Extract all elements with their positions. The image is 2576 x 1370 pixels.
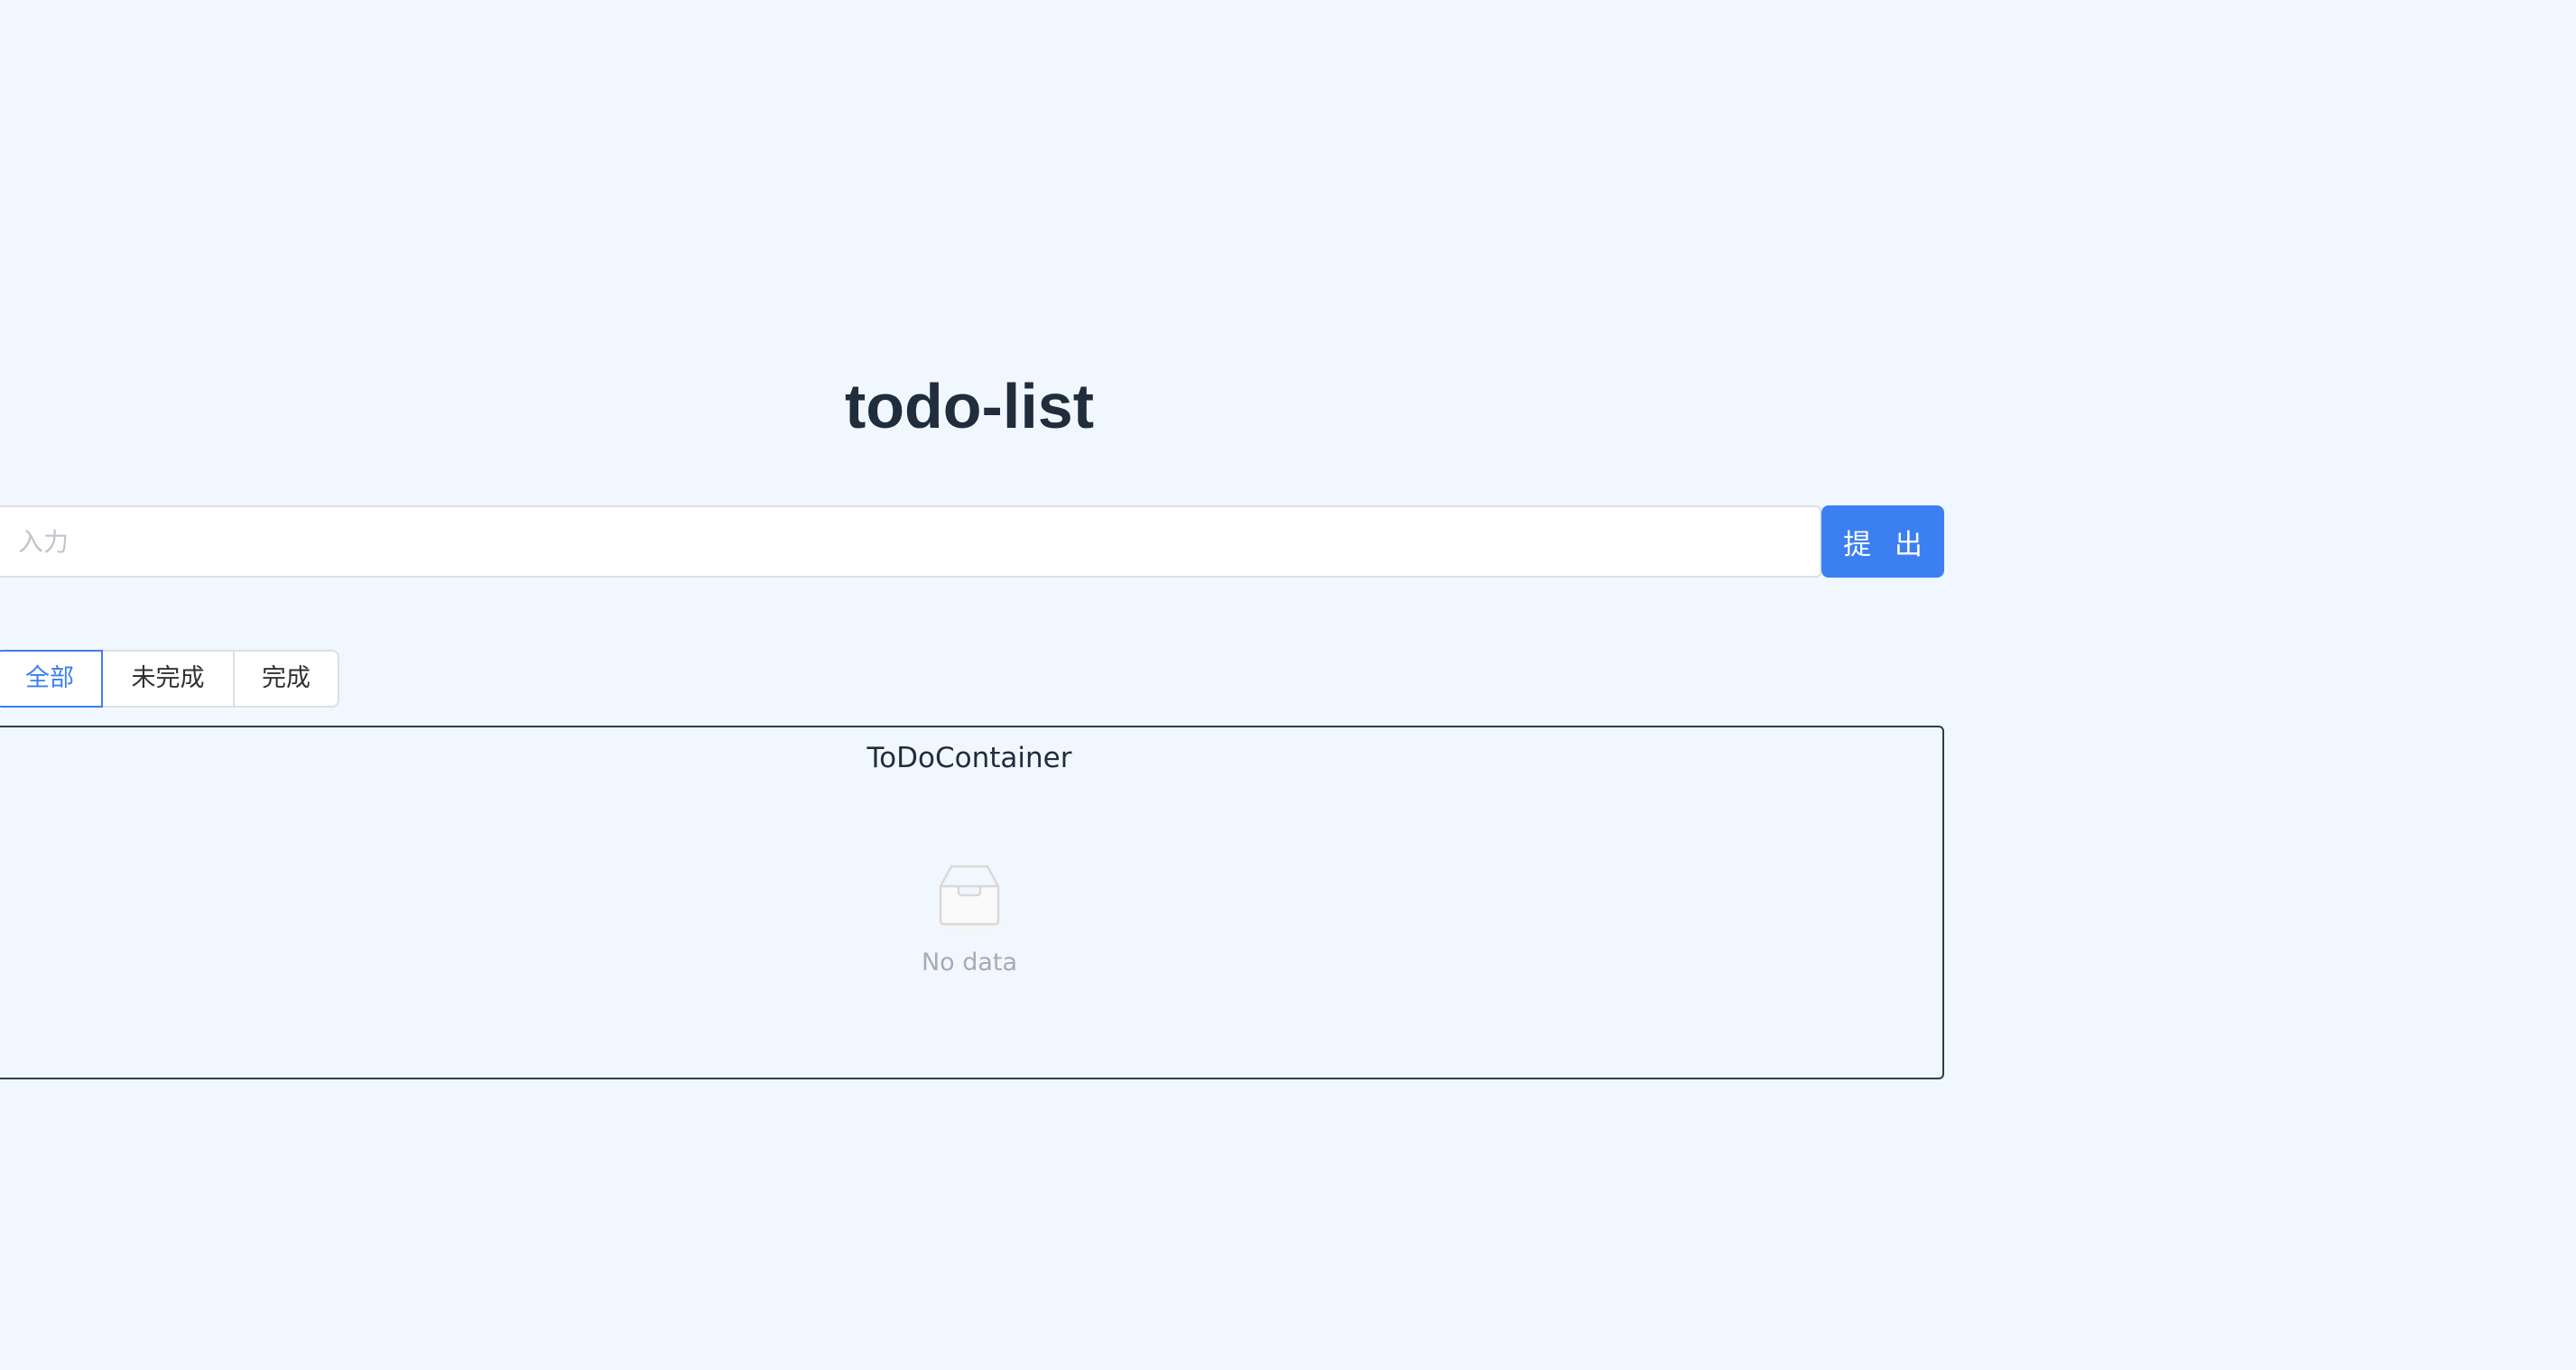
submit-button[interactable]: 提 出 [1821,505,1944,578]
empty-text: No data [921,949,1018,977]
filter-incomplete-button[interactable]: 未完成 [103,652,235,706]
filter-complete-button[interactable]: 完成 [235,652,338,706]
app-root: todo-list 提 出 全部 未完成 完成 ToDoContainer No… [0,0,2576,1370]
container-title: ToDoContainer [866,742,1072,774]
inbox-icon [933,865,1005,930]
filter-all-button[interactable]: 全部 [0,650,103,708]
page-title: todo-list [844,371,1095,441]
todo-input[interactable] [0,505,1821,578]
todo-container: ToDoContainer No data [0,726,1944,1079]
filter-group: 全部 未完成 完成 [0,650,339,708]
empty-state: No data [0,859,1942,978]
